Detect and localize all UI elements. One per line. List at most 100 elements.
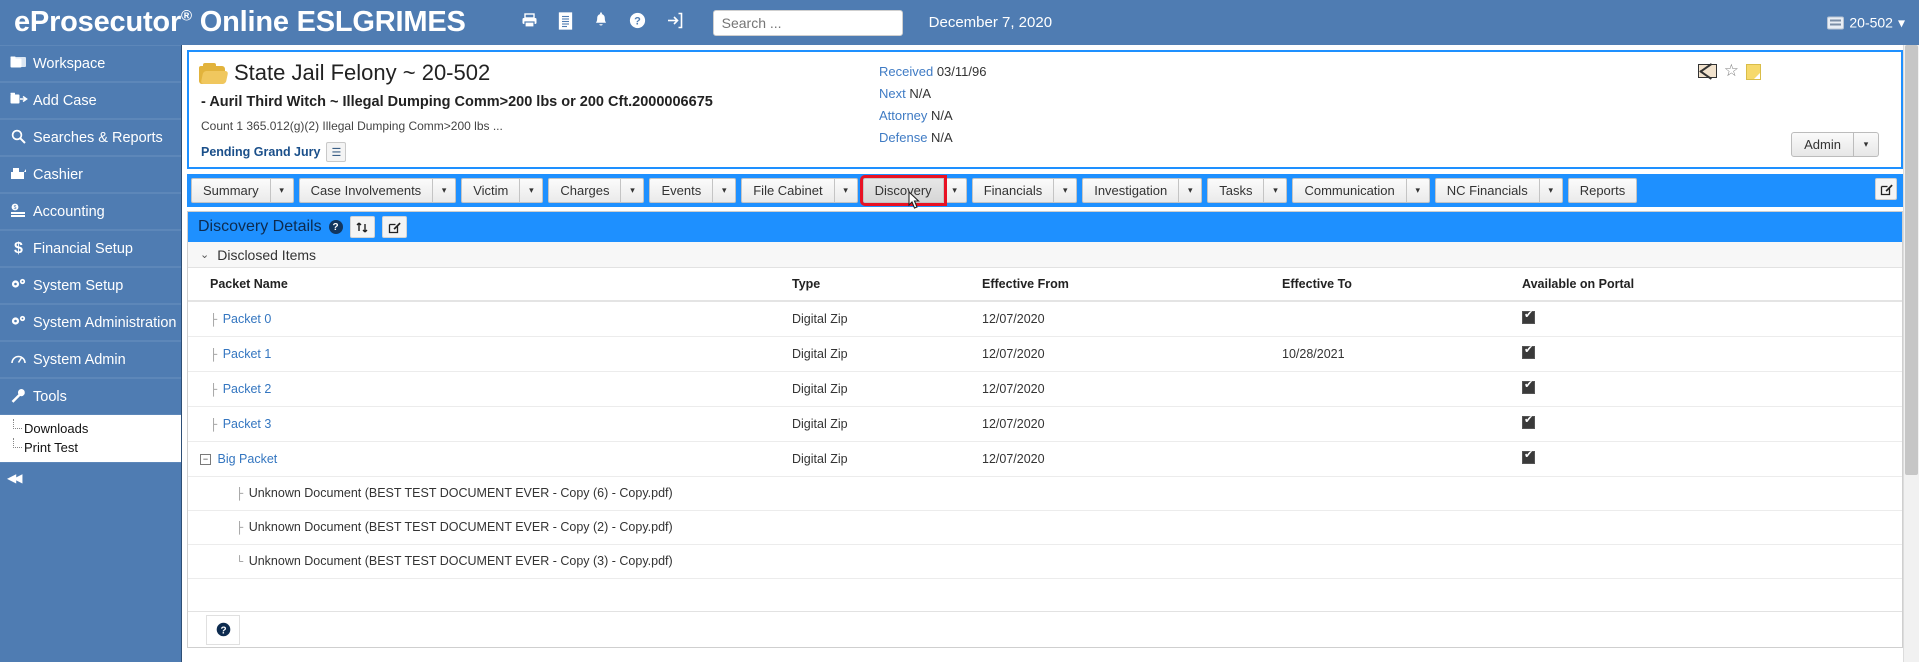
document-icon[interactable] xyxy=(558,11,573,34)
sidebar-item-system-admin[interactable]: System Admin xyxy=(0,341,181,378)
chevron-down-icon[interactable]: ▾ xyxy=(433,178,457,203)
tab-charges[interactable]: Charges ▾ xyxy=(548,178,645,203)
tab-communication[interactable]: Communication ▾ xyxy=(1292,178,1430,203)
tab-label[interactable]: Discovery xyxy=(859,175,947,206)
bell-icon[interactable] xyxy=(593,11,609,34)
packet-name-link[interactable]: Packet 2 xyxy=(223,382,272,396)
tab-label[interactable]: Investigation xyxy=(1082,178,1180,203)
packet-name-link[interactable]: Packet 0 xyxy=(223,312,272,326)
refresh-icon[interactable] xyxy=(349,216,375,238)
tab-label[interactable]: NC Financials xyxy=(1434,178,1540,203)
chevron-down-icon[interactable]: ▾ xyxy=(1179,178,1203,203)
chevron-down-icon[interactable]: ▾ xyxy=(1854,132,1879,157)
tab-label[interactable]: Summary xyxy=(191,178,271,203)
sidebar-item-workspace[interactable]: Workspace xyxy=(0,45,181,82)
packet-name-link[interactable]: Big Packet xyxy=(217,452,277,466)
sidebar-item-downloads[interactable]: Downloads xyxy=(12,419,181,438)
sidebar-item-add-case[interactable]: Add Case xyxy=(0,82,181,119)
collapse-node-icon[interactable]: − xyxy=(200,454,211,466)
print-icon[interactable] xyxy=(521,12,538,33)
envelope-icon[interactable] xyxy=(1697,64,1717,78)
tab-label[interactable]: Financials xyxy=(971,178,1055,203)
tab-label[interactable]: Communication xyxy=(1292,178,1407,203)
column-header-available-on-portal[interactable]: Available on Portal xyxy=(1522,268,1902,302)
sidebar-item-cashier[interactable]: Cashier xyxy=(0,156,181,193)
tab-investigation[interactable]: Investigation ▾ xyxy=(1082,178,1203,203)
packet-name-link[interactable]: Packet 3 xyxy=(223,417,272,431)
sidebar-item-financial-setup[interactable]: $ Financial Setup xyxy=(0,230,181,267)
chevron-down-icon[interactable]: ▾ xyxy=(1406,178,1430,203)
admin-split-button[interactable]: Admin ▾ xyxy=(1791,132,1879,157)
scrollbar-thumb[interactable] xyxy=(1905,45,1918,475)
admin-button-label[interactable]: Admin xyxy=(1791,132,1854,157)
star-icon[interactable]: ☆ xyxy=(1724,62,1739,80)
chevron-down-icon[interactable]: ▾ xyxy=(1264,178,1288,203)
chevron-down-icon[interactable]: ▾ xyxy=(1539,178,1563,203)
tab-nc-financials[interactable]: NC Financials ▾ xyxy=(1434,178,1563,203)
table-row[interactable]: ├ Packet 2 Digital Zip 12/07/2020 xyxy=(188,371,1902,407)
portal-checkbox[interactable] xyxy=(1522,379,1535,394)
chevron-down-icon[interactable]: ⌄ xyxy=(200,248,209,261)
tab-label[interactable]: Tasks xyxy=(1207,178,1265,203)
vertical-scrollbar[interactable] xyxy=(1903,45,1919,662)
chevron-down-icon[interactable]: ▾ xyxy=(621,178,645,203)
footer-help-icon[interactable]: ? xyxy=(206,614,240,645)
column-header-effective-to[interactable]: Effective To xyxy=(1282,268,1522,302)
column-header-packet-name[interactable]: Packet Name xyxy=(188,268,792,302)
portal-checkbox[interactable] xyxy=(1522,449,1535,464)
tab-label[interactable]: Charges xyxy=(548,178,622,203)
portal-checkbox[interactable] xyxy=(1522,344,1535,359)
tab-file-cabinet[interactable]: File Cabinet ▾ xyxy=(741,178,858,203)
sidebar-item-print-test[interactable]: Print Test xyxy=(12,438,181,457)
table-row[interactable]: ├ Unknown Document (BEST TEST DOCUMENT E… xyxy=(188,510,1902,545)
tab-victim[interactable]: Victim ▾ xyxy=(461,178,544,203)
portal-checkbox[interactable] xyxy=(1522,414,1535,429)
chevron-down-icon[interactable]: ▾ xyxy=(1054,178,1078,203)
sidebar-item-system-setup[interactable]: System Setup xyxy=(0,267,181,304)
sidebar-item-searches-reports[interactable]: Searches & Reports xyxy=(0,119,181,156)
help-icon[interactable]: ? xyxy=(328,220,343,234)
edit-panel-icon[interactable] xyxy=(381,216,407,238)
sidebar-collapse-button[interactable]: ◀◀ xyxy=(0,462,181,492)
tab-reports[interactable]: Reports xyxy=(1567,178,1638,203)
chevron-down-icon[interactable]: ▾ xyxy=(943,178,967,203)
logout-icon[interactable] xyxy=(666,12,683,33)
sidebar-item-tools[interactable]: Tools xyxy=(0,378,181,415)
edit-layout-icon[interactable] xyxy=(1875,178,1897,200)
chevron-down-icon[interactable]: ▾ xyxy=(520,178,544,203)
sticky-note-icon[interactable] xyxy=(1746,64,1761,80)
chevron-down-icon[interactable]: ▾ xyxy=(834,178,858,203)
table-row[interactable]: ├ Packet 0 Digital Zip 12/07/2020 xyxy=(188,301,1902,337)
tab-case-involvements[interactable]: Case Involvements ▾ xyxy=(298,178,457,203)
portal-checkbox[interactable] xyxy=(1522,309,1535,324)
tab-discovery[interactable]: Discovery ▾ xyxy=(859,175,967,206)
tab-label[interactable]: Events xyxy=(649,178,714,203)
gears-icon xyxy=(8,277,29,294)
active-case-selector[interactable]: 20-502 ▾ xyxy=(1827,14,1905,31)
tab-label[interactable]: Reports xyxy=(1567,178,1638,203)
table-row[interactable]: ├ Packet 1 Digital Zip 12/07/2020 10/28/… xyxy=(188,336,1902,372)
help-icon[interactable]: ? xyxy=(629,12,646,33)
case-note-icon[interactable]: ☰ xyxy=(326,142,347,162)
tab-events[interactable]: Events ▾ xyxy=(649,178,737,203)
table-row[interactable]: − Big Packet Digital Zip 12/07/2020 xyxy=(188,441,1902,477)
table-row[interactable]: ├ Unknown Document (BEST TEST DOCUMENT E… xyxy=(188,476,1902,511)
tab-label[interactable]: Case Involvements xyxy=(298,178,434,203)
sidebar-item-accounting[interactable]: $ Accounting xyxy=(0,193,181,230)
sidebar-item-system-administration[interactable]: System Administration xyxy=(0,304,181,341)
disclosed-items-section-header[interactable]: ⌄ Disclosed Items xyxy=(188,242,1902,268)
packet-name-link[interactable]: Packet 1 xyxy=(223,347,272,361)
tab-label[interactable]: File Cabinet xyxy=(741,178,835,203)
search-input[interactable] xyxy=(712,9,903,36)
table-row[interactable]: └ Unknown Document (BEST TEST DOCUMENT E… xyxy=(188,544,1902,579)
chevron-down-icon[interactable]: ▾ xyxy=(713,178,737,203)
table-row[interactable]: ├ Packet 3 Digital Zip 12/07/2020 xyxy=(188,406,1902,442)
tab-tasks[interactable]: Tasks ▾ xyxy=(1207,178,1288,203)
tab-label[interactable]: Victim xyxy=(461,178,521,203)
case-meta-row: Attorney N/A xyxy=(879,108,1179,123)
tab-summary[interactable]: Summary ▾ xyxy=(191,178,294,203)
chevron-down-icon[interactable]: ▾ xyxy=(270,178,294,203)
tab-financials[interactable]: Financials ▾ xyxy=(971,178,1078,203)
column-header-type[interactable]: Type xyxy=(792,268,982,302)
column-header-effective-from[interactable]: Effective From xyxy=(982,268,1282,302)
